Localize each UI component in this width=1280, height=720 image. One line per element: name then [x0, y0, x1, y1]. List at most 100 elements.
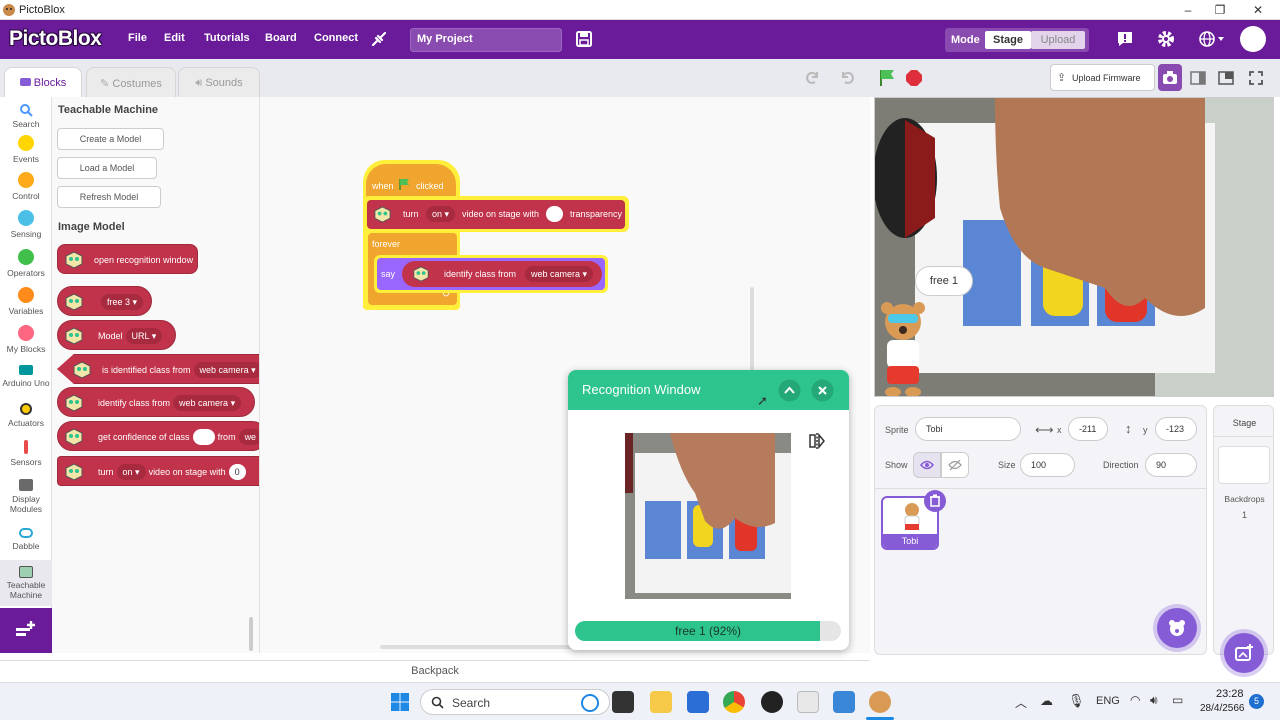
tab-sounds[interactable]: 🔊︎ Sounds [178, 67, 260, 98]
delete-sprite-button[interactable] [924, 490, 946, 512]
volume-icon[interactable]: 🔊︎ [1150, 693, 1158, 708]
category-sensors[interactable]: Sensors [0, 440, 52, 467]
category-my-blocks[interactable]: My Blocks [0, 325, 52, 354]
battery-icon[interactable]: ▭ [1172, 693, 1183, 707]
category-teachable-machine[interactable]: Teachable Machine [0, 560, 52, 606]
direction-input[interactable]: 90 [1145, 453, 1197, 477]
menu-connect[interactable]: Connect [314, 32, 358, 44]
class-input[interactable] [192, 429, 215, 445]
category-operators[interactable]: Operators [0, 249, 52, 278]
script-identify-reporter[interactable]: identify class from web camera ▾ [402, 261, 602, 287]
block-turn-video[interactable]: turn on ▾ video on stage with 0 [57, 456, 259, 486]
script-transparency-input[interactable]: 0 [546, 206, 564, 222]
pictoblox-taskbar-icon[interactable] [869, 691, 891, 713]
project-name-input[interactable]: My Project [410, 28, 562, 52]
block-identify-class[interactable]: identify class from web camera ▾ [57, 387, 255, 417]
stage-selector-panel[interactable]: Stage Backdrops 1 [1213, 405, 1274, 673]
stage-canvas[interactable]: free 1 [874, 97, 1274, 397]
category-display-modules[interactable]: Display Modules [0, 479, 52, 514]
clock-date[interactable]: 28/4/2566 [1200, 703, 1245, 714]
store-icon[interactable] [687, 691, 709, 713]
stage-thumbnail[interactable] [1218, 446, 1270, 484]
show-hidden-button[interactable] [941, 452, 969, 478]
language-indicator[interactable]: ENG [1096, 695, 1120, 707]
category-variables[interactable]: Variables [0, 287, 52, 316]
script-turn-video-block[interactable]: turn on ▾ video on stage with 0 transpar… [367, 200, 625, 229]
user-avatar[interactable] [1240, 26, 1266, 52]
upload-firmware-button[interactable]: ⇪ Upload Firmware [1050, 64, 1155, 91]
backpack-bar[interactable]: Backpack [0, 660, 870, 682]
palette-scrollbar[interactable] [249, 617, 253, 651]
close-window-button[interactable]: ✕ [1240, 0, 1276, 20]
save-icon[interactable] [575, 30, 593, 48]
undo-icon[interactable] [839, 69, 857, 87]
block-get-confidence[interactable]: get confidence of class from we [57, 421, 259, 451]
menu-edit[interactable]: Edit [164, 32, 185, 44]
tab-costumes[interactable]: ✎ Costumes [86, 67, 176, 98]
category-events[interactable]: Events [0, 135, 52, 164]
collapse-icon[interactable] [778, 379, 801, 402]
y-position-input[interactable]: -123 [1155, 417, 1197, 441]
choose-backdrop-button[interactable] [1224, 633, 1264, 673]
block-class-reporter[interactable]: free 3 ▾ [57, 286, 152, 316]
windows-start-icon[interactable] [390, 692, 410, 712]
script-identify-dropdown[interactable]: web camera ▾ [525, 266, 594, 282]
class-dropdown[interactable]: free 3 ▾ [101, 294, 144, 310]
menu-board[interactable]: Board [265, 32, 297, 44]
notification-badge[interactable]: 5 [1249, 694, 1264, 709]
tab-blocks[interactable]: Blocks [4, 67, 82, 98]
flip-camera-icon[interactable] [808, 432, 826, 450]
taskbar-search[interactable]: Search [420, 689, 610, 715]
wifi-icon[interactable]: ◠ [1130, 693, 1140, 707]
green-flag-icon[interactable] [878, 69, 896, 87]
show-visible-button[interactable] [913, 452, 941, 478]
model-type-dropdown[interactable]: URL ▾ [125, 328, 163, 344]
language-globe-icon[interactable] [1198, 29, 1226, 49]
when-flag-clicked-block[interactable]: when clicked [366, 164, 456, 200]
block-model-reporter[interactable]: Model URL ▾ [57, 320, 176, 350]
maximize-button[interactable]: ❐ [1202, 0, 1238, 20]
minimize-button[interactable]: – [1170, 0, 1206, 20]
chrome-icon[interactable] [723, 691, 745, 713]
sprite-name-input[interactable]: Tobi [915, 417, 1021, 441]
stop-icon[interactable] [905, 69, 923, 87]
connect-plug-icon[interactable] [370, 30, 388, 48]
say-block[interactable]: say identify class from web camera ▾ [377, 258, 605, 290]
category-sensing[interactable]: Sensing [0, 210, 52, 239]
size-input[interactable]: 100 [1020, 453, 1075, 477]
load-model-button[interactable]: Load a Model [57, 157, 157, 179]
gear-icon[interactable] [1156, 29, 1176, 49]
camera-button[interactable] [1158, 64, 1182, 91]
menu-file[interactable]: File [128, 32, 147, 44]
extensions-button[interactable] [0, 608, 52, 653]
x-position-input[interactable]: -211 [1068, 417, 1108, 441]
category-arduino-uno[interactable]: Arduino Uno [0, 365, 52, 388]
snipping-tool-icon[interactable] [797, 691, 819, 713]
transparency-input[interactable]: 0 [228, 464, 246, 480]
confidence-source-dropdown[interactable]: we [238, 429, 259, 445]
pictoblox-logo[interactable]: PictoBlox [9, 27, 102, 51]
create-model-button[interactable]: Create a Model [57, 128, 164, 150]
redo-icon[interactable] [803, 69, 821, 87]
task-view-icon[interactable] [612, 691, 634, 713]
small-stage-icon[interactable] [1190, 70, 1206, 86]
feedback-icon[interactable] [1115, 29, 1135, 49]
recognition-window-header[interactable]: Recognition Window [568, 370, 849, 410]
category-control[interactable]: Control [0, 172, 52, 201]
category-search[interactable]: Search [0, 103, 52, 129]
tobi-bear-sprite[interactable] [875, 300, 931, 397]
mode-upload-button[interactable]: Upload [1031, 31, 1085, 49]
identify-source-dropdown[interactable]: web camera ▾ [173, 395, 242, 411]
source-dropdown[interactable]: web camera ▾ [193, 362, 259, 378]
large-stage-icon[interactable] [1218, 70, 1234, 86]
category-actuators[interactable]: Actuators [0, 403, 52, 428]
obs-icon[interactable] [761, 691, 783, 713]
block-is-identified-class[interactable]: is identified class from web camera ▾ [57, 354, 259, 384]
file-explorer-icon[interactable] [650, 691, 672, 713]
close-icon[interactable] [811, 379, 834, 402]
script-turn-dropdown[interactable]: on ▾ [426, 206, 456, 222]
choose-sprite-button[interactable] [1157, 608, 1197, 648]
clock-time[interactable]: 23:28 [1216, 688, 1244, 700]
fullscreen-icon[interactable] [1248, 70, 1264, 86]
onedrive-icon[interactable]: ☁ [1040, 693, 1053, 709]
